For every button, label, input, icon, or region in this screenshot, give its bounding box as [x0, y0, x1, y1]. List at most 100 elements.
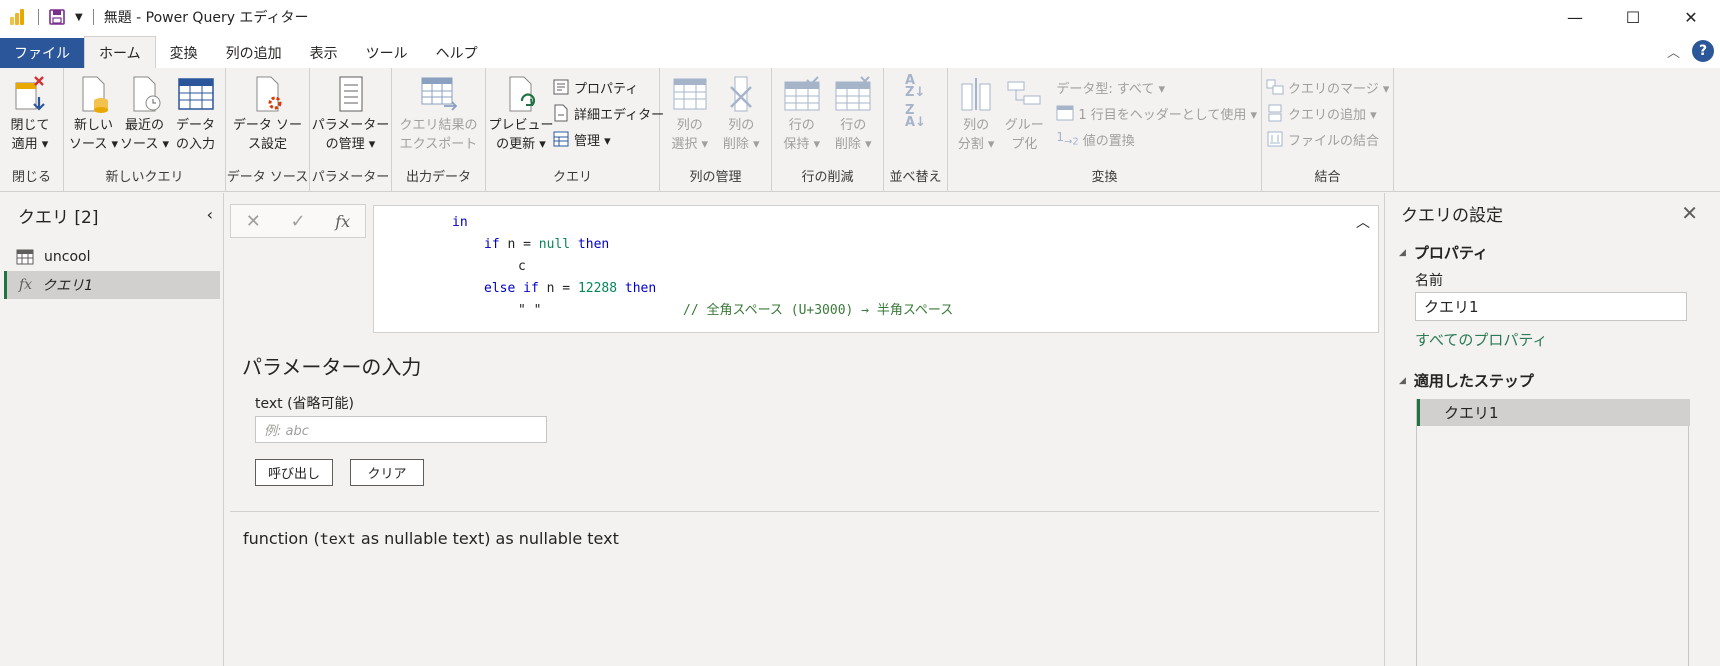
enter-data-icon	[176, 74, 216, 114]
replace-values-label: 値の置換	[1082, 133, 1135, 149]
close-apply-label: 閉じて 適用 ▾	[10, 118, 50, 152]
export-query-results-label: クエリ結果の エクスポート	[399, 118, 478, 152]
group-combine: クエリのマージ ▾ クエリの追加 ▾ ファイルの結合 結合	[1262, 68, 1394, 192]
recent-source-icon	[125, 74, 165, 114]
group-label-query: クエリ	[552, 170, 592, 185]
manage-query-button[interactable]: 管理 ▾	[552, 128, 664, 150]
code-line-5: " "	[518, 300, 541, 322]
remove-columns-button[interactable]: 列の 削除 ▾	[717, 74, 767, 154]
data-type-label: データ型: すべて ▾	[1056, 81, 1166, 97]
formula-editor[interactable]: in if n = null then c else if n = 12288 …	[373, 205, 1379, 333]
replace-values-button[interactable]: 1→2 値の置換	[1056, 128, 1257, 150]
remove-rows-label: 行の 削除 ▾	[834, 118, 872, 152]
tab-home[interactable]: ホーム	[84, 36, 156, 68]
close-settings-icon[interactable]: ✕	[1681, 201, 1698, 225]
data-source-settings-label: データ ソー ス設定	[232, 118, 303, 152]
code-keyword: then	[617, 281, 657, 296]
tab-tools[interactable]: ツール	[352, 38, 422, 68]
all-properties-link[interactable]: すべてのプロパティ	[1415, 329, 1547, 350]
data-type-dropdown[interactable]: データ型: すべて ▾	[1056, 76, 1257, 98]
advanced-editor-button[interactable]: 詳細エディター	[552, 102, 664, 124]
parameter-entry-title: パラメーターの入力	[242, 355, 422, 379]
cancel-formula-icon[interactable]: ✕	[246, 211, 261, 232]
transform-small-buttons: データ型: すべて ▾ 1 行目をヘッダーとして使用 ▾ 1→2 値の置換	[1056, 74, 1257, 150]
enter-data-button[interactable]: データ の入力	[171, 74, 220, 154]
collapse-formula-icon[interactable]: ︿	[1356, 212, 1370, 232]
sort-ascending-button[interactable]: A Z↓	[905, 74, 926, 99]
step-item[interactable]: クエリ1	[1417, 399, 1690, 426]
window-controls: — ☐ ✕	[1546, 0, 1720, 34]
export-query-results-button[interactable]: クエリ結果の エクスポート	[397, 74, 480, 154]
group-label-parameters: パラメーター	[311, 170, 390, 185]
tab-help[interactable]: ヘルプ	[422, 38, 492, 68]
text-param-input[interactable]: 例: abc	[255, 416, 547, 443]
fx-icon[interactable]: fx	[335, 212, 350, 231]
collapse-ribbon-icon[interactable]: ︿	[1667, 42, 1680, 61]
refresh-preview-label: プレビュー の更新 ▾	[488, 118, 554, 152]
code-literal: null	[538, 237, 571, 252]
code-line-3: c	[518, 256, 526, 278]
data-source-settings-button[interactable]: データ ソー ス設定	[232, 74, 304, 154]
group-by-button[interactable]: グルー プ化	[1001, 74, 1047, 154]
quick-access-dropdown-icon[interactable]: ▼	[75, 12, 83, 23]
properties-button[interactable]: プロパティ	[552, 76, 664, 98]
signature-prefix: function (	[243, 529, 320, 548]
close-apply-button[interactable]: 閉じて 適用 ▾	[5, 74, 55, 154]
queries-panel: クエリ [2] ‹ uncool fx クエリ1	[0, 193, 224, 666]
refresh-preview-button[interactable]: プレビュー の更新 ▾	[488, 74, 554, 154]
tab-add-column[interactable]: 列の追加	[212, 38, 296, 68]
close-window-button[interactable]: ✕	[1662, 0, 1720, 34]
choose-columns-button[interactable]: 列の 選択 ▾	[665, 74, 715, 154]
recent-source-label: 最近の ソース ▾	[120, 118, 170, 152]
manage-parameters-icon	[331, 74, 371, 114]
code-line-4: else if n = 12288 then	[484, 278, 656, 300]
remove-rows-icon	[833, 74, 873, 114]
append-queries-label: クエリの追加 ▾	[1288, 107, 1377, 123]
combine-files-label: ファイルの結合	[1288, 133, 1380, 149]
manage-parameters-button[interactable]: パラメーター の管理 ▾	[312, 74, 389, 154]
code-line-1: in	[452, 212, 468, 234]
invoke-button[interactable]: 呼び出し	[255, 459, 333, 486]
maximize-button[interactable]: ☐	[1604, 0, 1662, 34]
save-icon[interactable]	[49, 9, 65, 25]
combine-files-button[interactable]: ファイルの結合	[1266, 128, 1389, 150]
append-queries-button[interactable]: クエリの追加 ▾	[1266, 102, 1389, 124]
query-item-query1[interactable]: fx クエリ1	[4, 271, 220, 299]
properties-section-header[interactable]: ◢ プロパティ	[1399, 242, 1488, 263]
queries-panel-title: クエリ [2]	[18, 208, 99, 228]
expand-triangle-icon: ◢	[1399, 247, 1406, 258]
minimize-button[interactable]: —	[1546, 0, 1604, 34]
code-keyword: then	[570, 237, 610, 252]
query-item-label: クエリ1	[42, 278, 93, 294]
commit-formula-icon[interactable]: ✓	[291, 211, 306, 232]
new-source-button[interactable]: 新しい ソース ▾	[69, 74, 118, 154]
choose-columns-label: 列の 選択 ▾	[671, 118, 709, 152]
function-signature: function (text as nullable text) as null…	[243, 529, 619, 548]
remove-rows-button[interactable]: 行の 削除 ▾	[829, 74, 879, 154]
tab-file[interactable]: ファイル	[0, 38, 84, 68]
split-column-icon	[956, 74, 996, 114]
collapse-panel-icon[interactable]: ‹	[207, 205, 213, 224]
tab-transform[interactable]: 変換	[156, 38, 212, 68]
group-label-data-source: データ ソース	[226, 170, 309, 185]
group-close: 閉じて 適用 ▾ 閉じる	[0, 68, 64, 192]
query-item-uncool[interactable]: uncool	[4, 243, 220, 271]
recent-source-button[interactable]: 最近の ソース ▾	[120, 74, 169, 154]
help-icon[interactable]: ?	[1692, 40, 1714, 62]
query-small-buttons: プロパティ 詳細エディター 管理 ▾	[552, 74, 664, 150]
split-column-label: 列の 分割 ▾	[957, 118, 995, 152]
sort-descending-button[interactable]: Z A↓	[905, 104, 926, 129]
applied-steps-header[interactable]: ◢ 適用したステップ	[1399, 370, 1534, 391]
keep-rows-icon	[782, 74, 822, 114]
tab-view[interactable]: 表示	[296, 38, 352, 68]
keep-rows-button[interactable]: 行の 保持 ▾	[777, 74, 827, 154]
tab-right-controls: ︿ ?	[1667, 40, 1714, 62]
clear-button[interactable]: クリア	[350, 459, 424, 486]
query-name-input[interactable]: クエリ1	[1415, 292, 1687, 321]
group-label-transform: 変換	[1091, 170, 1118, 185]
merge-queries-button[interactable]: クエリのマージ ▾	[1266, 76, 1389, 98]
combine-files-icon	[1267, 131, 1283, 147]
new-source-icon	[74, 74, 114, 114]
split-column-button[interactable]: 列の 分割 ▾	[953, 74, 999, 154]
use-first-row-header-button[interactable]: 1 行目をヘッダーとして使用 ▾	[1056, 102, 1257, 124]
